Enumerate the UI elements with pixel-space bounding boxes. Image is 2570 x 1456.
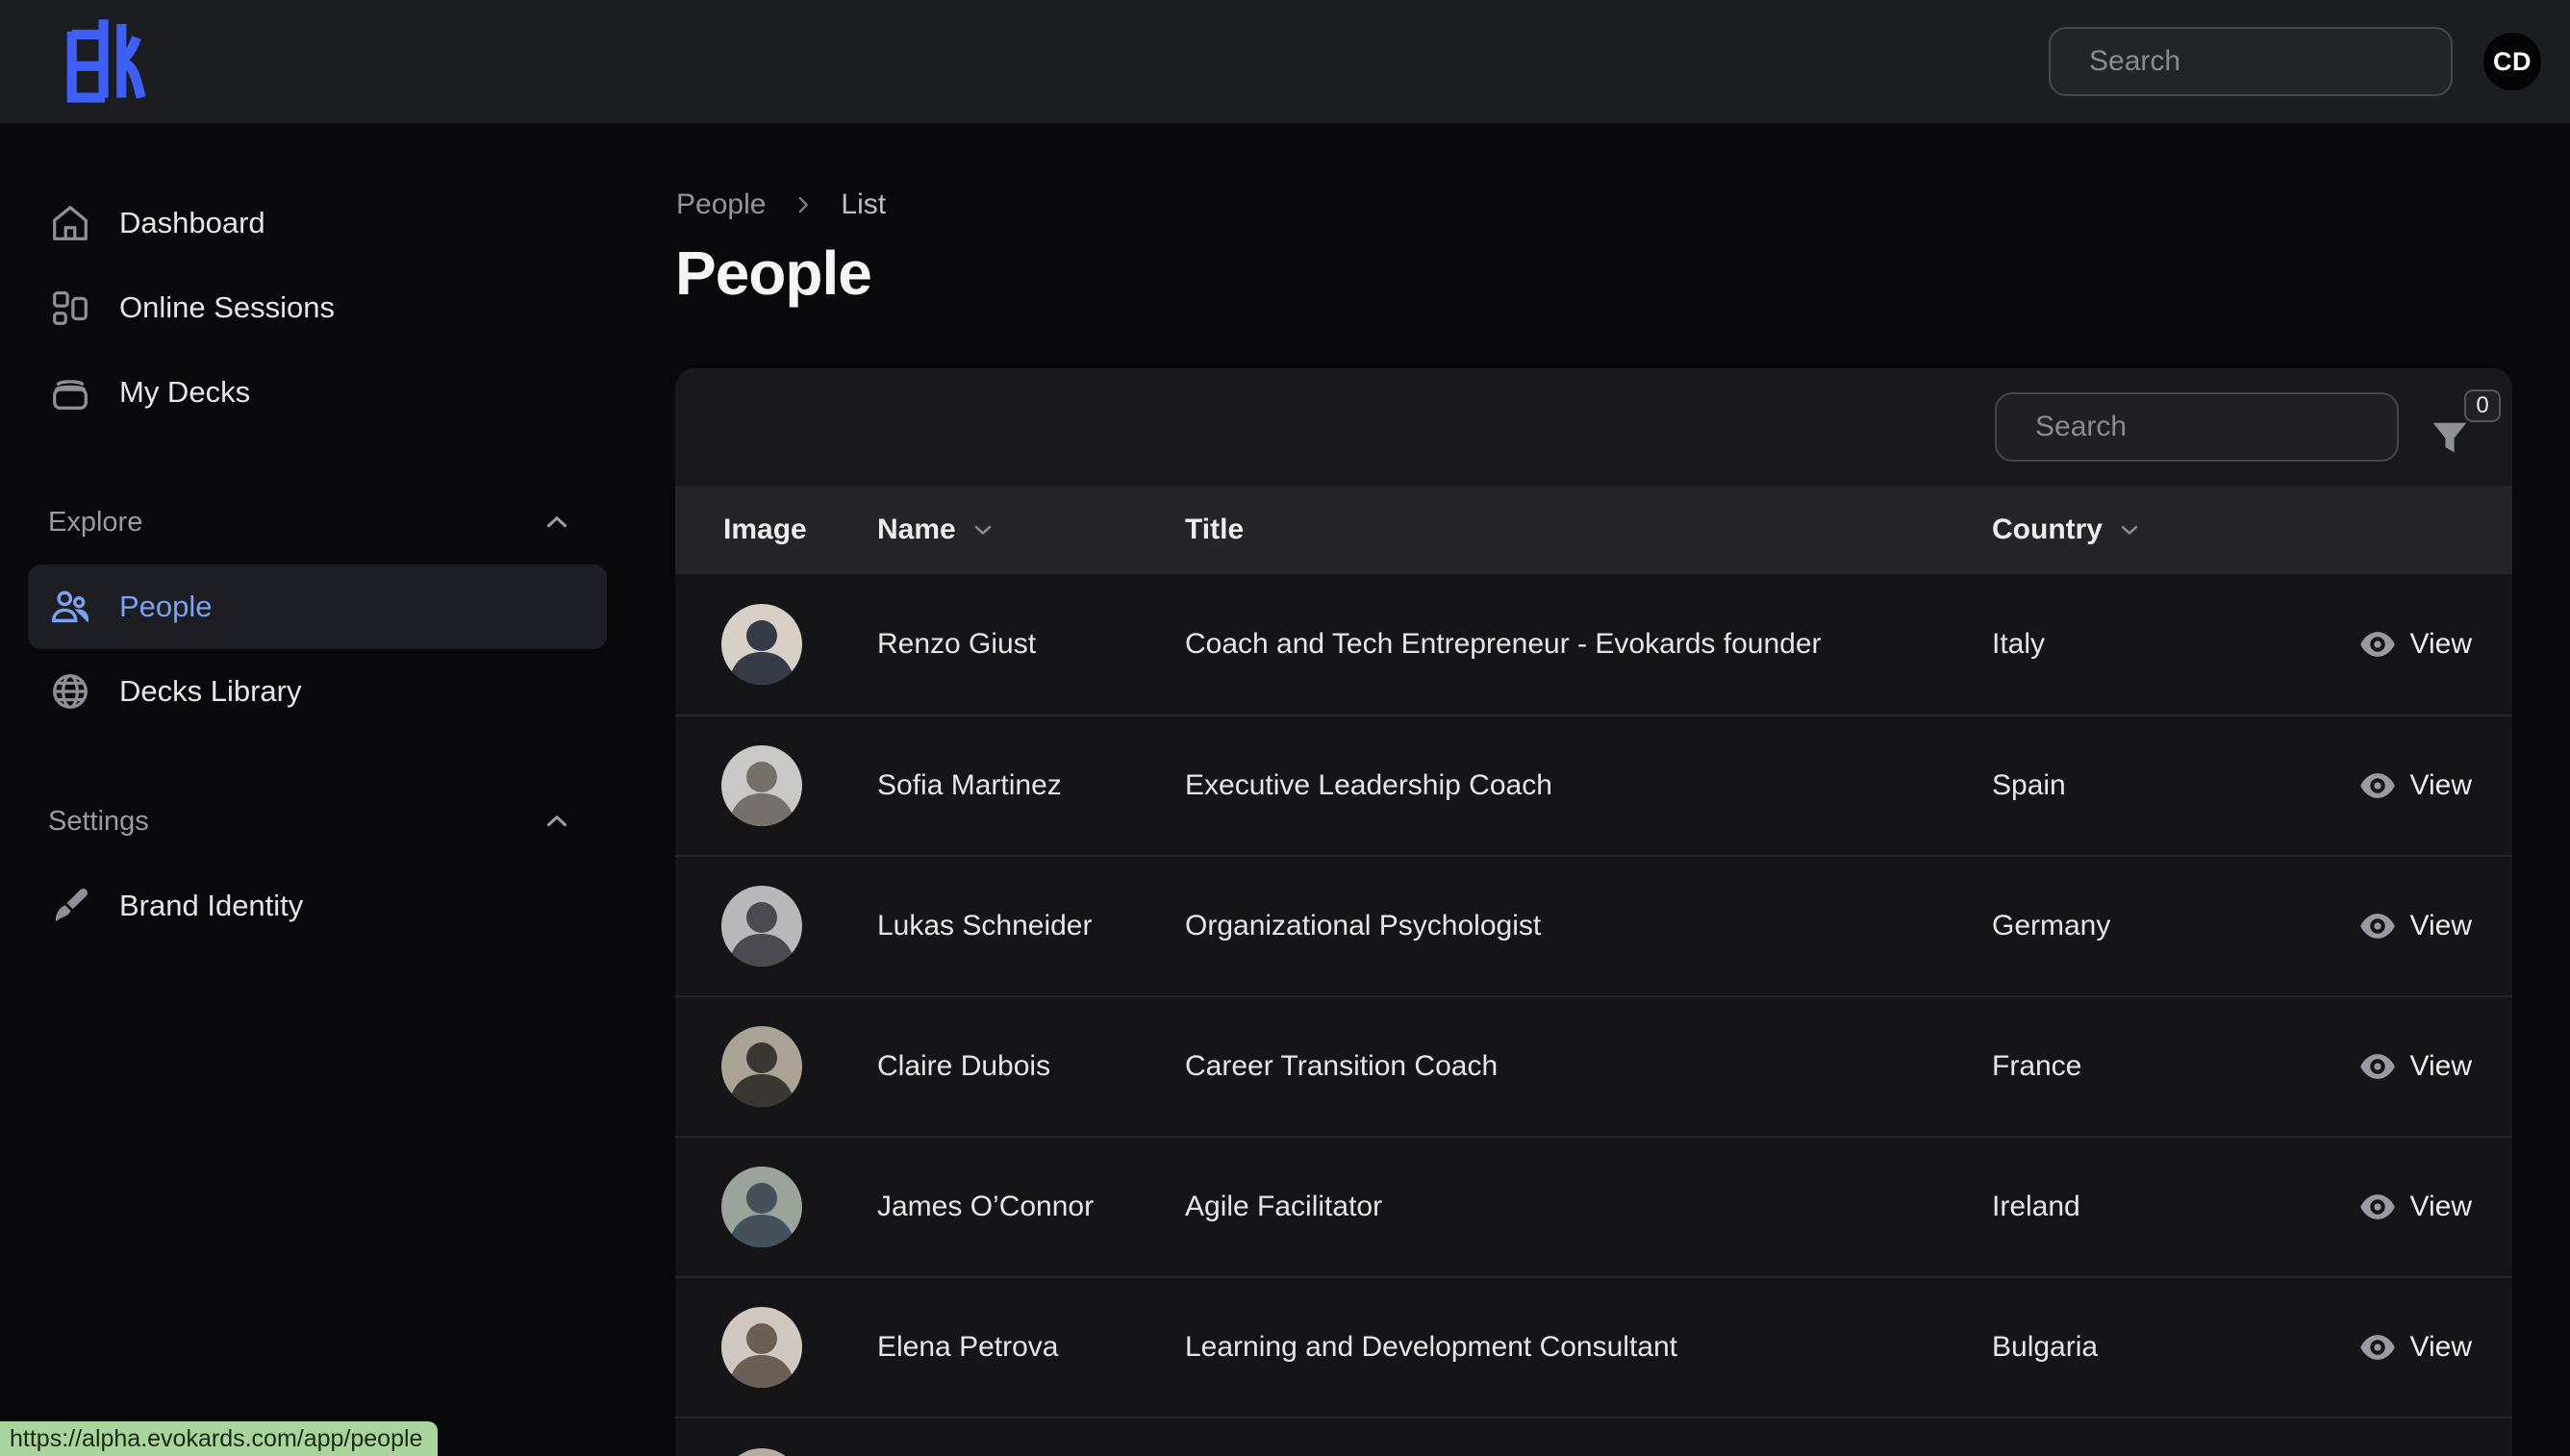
globe-icon: [48, 669, 92, 714]
logo[interactable]: [54, 13, 150, 110]
logo-ek-icon: [54, 13, 150, 110]
table-row[interactable]: James O’Connor Agile Facilitator Ireland…: [675, 1136, 2512, 1276]
sidebar-item-online-sessions[interactable]: Online Sessions: [28, 265, 607, 350]
global-search[interactable]: [2049, 27, 2453, 96]
table-body: Renzo Giust Coach and Tech Entrepreneur …: [675, 574, 2512, 1456]
users-icon: [48, 585, 92, 629]
sidebar-item-label: Decks Library: [119, 674, 302, 709]
eye-icon: [2358, 1052, 2397, 1081]
sidebar-item-brand-identity[interactable]: Brand Identity: [28, 864, 607, 948]
people-table-card: 0 Image Name Title Country: [675, 368, 2512, 1456]
section-label: Settings: [48, 806, 149, 838]
table-header-row: Image Name Title Country: [675, 486, 2512, 574]
sidebar-item-label: Brand Identity: [119, 889, 303, 923]
chevron-down-icon[interactable]: [970, 516, 996, 543]
cell-name: Claire Dubois: [877, 1050, 1050, 1083]
user-avatar[interactable]: CD: [2483, 33, 2541, 90]
cell-name: Elena Petrova: [877, 1331, 1058, 1364]
view-button[interactable]: View: [2358, 1050, 2472, 1083]
sidebar-item-people[interactable]: People: [28, 565, 607, 649]
table-row[interactable]: Claire Dubois Career Transition Coach Fr…: [675, 995, 2512, 1136]
home-icon: [48, 201, 92, 245]
cell-name: Sofia Martinez: [877, 769, 1062, 802]
person-avatar: [721, 604, 802, 685]
chevron-up-icon: [541, 506, 573, 539]
topbar: CD: [0, 0, 2570, 123]
table-row[interactable]: Renzo Giust Coach and Tech Entrepreneur …: [675, 574, 2512, 715]
link-status-bar: https://alpha.evokards.com/app/people: [0, 1421, 438, 1456]
cell-name: Renzo Giust: [877, 628, 1036, 661]
global-search-input[interactable]: [2089, 45, 2460, 78]
sidebar-item-my-decks[interactable]: My Decks: [28, 350, 607, 435]
column-header-image: Image: [723, 514, 807, 546]
eye-icon: [2358, 1333, 2397, 1362]
sessions-grid-icon: [48, 286, 92, 330]
view-button[interactable]: View: [2358, 769, 2472, 802]
table-row[interactable]: Elena Petrova Learning and Development C…: [675, 1276, 2512, 1417]
cell-country: Germany: [1992, 910, 2110, 942]
cell-country: Bulgaria: [1992, 1331, 2098, 1364]
breadcrumb: People List: [676, 188, 886, 221]
sidebar-item-label: Online Sessions: [119, 290, 335, 325]
person-avatar: [721, 886, 802, 966]
eye-icon: [2358, 1192, 2397, 1221]
section-label: Explore: [48, 507, 142, 539]
view-button[interactable]: View: [2358, 1191, 2472, 1223]
eye-icon: [2358, 771, 2397, 800]
breadcrumb-people[interactable]: People: [676, 188, 766, 221]
column-header-name[interactable]: Name: [877, 514, 996, 546]
sidebar-section-settings[interactable]: Settings: [28, 779, 607, 864]
table-row[interactable]: Lukas Schneider Organizational Psycholog…: [675, 855, 2512, 995]
table-row[interactable]: Sofia Martinez Executive Leadership Coac…: [675, 715, 2512, 855]
cell-title: Executive Leadership Coach: [1185, 769, 1552, 802]
chevron-up-icon: [541, 805, 573, 838]
person-avatar: [721, 1307, 802, 1388]
app-window: CD Dashboard Online Sessions: [0, 0, 2570, 1456]
paintbrush-icon: [48, 884, 92, 928]
person-avatar: [721, 745, 802, 826]
person-avatar: [721, 1026, 802, 1107]
cell-country: Spain: [1992, 769, 2066, 802]
column-header-title: Title: [1185, 514, 1244, 546]
sidebar-item-dashboard[interactable]: Dashboard: [28, 181, 607, 265]
person-avatar: [721, 1448, 802, 1456]
view-button[interactable]: View: [2358, 1331, 2472, 1364]
sidebar-item-label: My Decks: [119, 375, 250, 410]
person-avatar: [721, 1167, 802, 1247]
cell-name: Lukas Schneider: [877, 910, 1092, 942]
eye-icon: [2358, 630, 2397, 659]
filter-count-badge: 0: [2464, 389, 2501, 422]
eye-icon: [2358, 912, 2397, 941]
cell-country: Ireland: [1992, 1191, 2080, 1223]
cell-title: Learning and Development Consultant: [1185, 1331, 1677, 1364]
view-button[interactable]: View: [2358, 628, 2472, 661]
breadcrumb-list[interactable]: List: [841, 188, 886, 221]
sidebar: Dashboard Online Sessions My Decks: [0, 123, 635, 948]
view-button[interactable]: View: [2358, 910, 2472, 942]
cell-name: James O’Connor: [877, 1191, 1094, 1223]
decks-stack-icon: [48, 370, 92, 414]
cell-country: Italy: [1992, 628, 2045, 661]
cell-title: Agile Facilitator: [1185, 1191, 1382, 1223]
page-title: People: [675, 238, 871, 309]
table-row-partial[interactable]: [675, 1417, 2512, 1456]
cell-title: Coach and Tech Entrepreneur - Evokards f…: [1185, 628, 1822, 661]
sidebar-item-decks-library[interactable]: Decks Library: [28, 649, 607, 734]
sidebar-section-explore[interactable]: Explore: [28, 480, 607, 565]
funnel-icon[interactable]: [2428, 414, 2472, 463]
cell-country: France: [1992, 1050, 2081, 1083]
table-search-input[interactable]: [2035, 411, 2406, 443]
table-toolbar: 0: [675, 368, 2512, 486]
chevron-down-icon[interactable]: [2116, 516, 2143, 543]
chevron-right-icon: [791, 192, 816, 217]
column-header-country[interactable]: Country: [1992, 514, 2143, 546]
cell-title: Career Transition Coach: [1185, 1050, 1498, 1083]
sidebar-item-label: People: [119, 590, 213, 624]
sidebar-item-label: Dashboard: [119, 206, 265, 240]
cell-title: Organizational Psychologist: [1185, 910, 1541, 942]
table-search[interactable]: [1995, 392, 2399, 462]
